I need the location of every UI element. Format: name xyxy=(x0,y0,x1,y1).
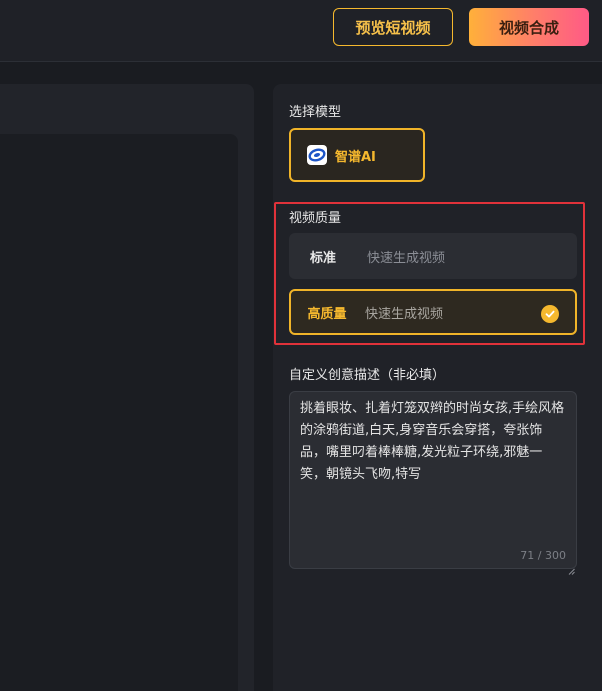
quality-option-desc: 快速生成视频 xyxy=(365,306,444,322)
preview-video-button[interactable]: 预览短视频 xyxy=(333,8,453,46)
check-icon xyxy=(541,305,559,323)
model-option-zhipu[interactable]: 智谱AI xyxy=(289,128,425,182)
quality-section-label: 视频质量 xyxy=(289,211,342,226)
quality-option-standard[interactable]: 标准 快速生成视频 xyxy=(289,233,577,279)
zhipu-logo-icon xyxy=(307,145,327,165)
resize-grip-icon[interactable] xyxy=(568,560,575,575)
quality-option-name: 标准 xyxy=(309,250,336,266)
preview-canvas xyxy=(0,134,238,691)
prompt-field-container: 71 / 300 xyxy=(289,391,577,575)
quality-option-desc: 快速生成视频 xyxy=(367,250,446,266)
prompt-textarea[interactable] xyxy=(290,392,576,568)
quality-option-high[interactable]: 高质量 快速生成视频 xyxy=(289,289,577,335)
model-section-label: 选择模型 xyxy=(289,105,342,120)
prompt-section-label: 自定义创意描述（非必填） xyxy=(289,368,446,383)
model-name: 智谱AI xyxy=(335,149,376,165)
character-counter: 71 / 300 xyxy=(520,549,566,562)
top-bar: 预览短视频 视频合成 xyxy=(0,0,602,62)
compose-video-button[interactable]: 视频合成 xyxy=(469,8,589,46)
quality-option-name: 高质量 xyxy=(307,306,347,322)
